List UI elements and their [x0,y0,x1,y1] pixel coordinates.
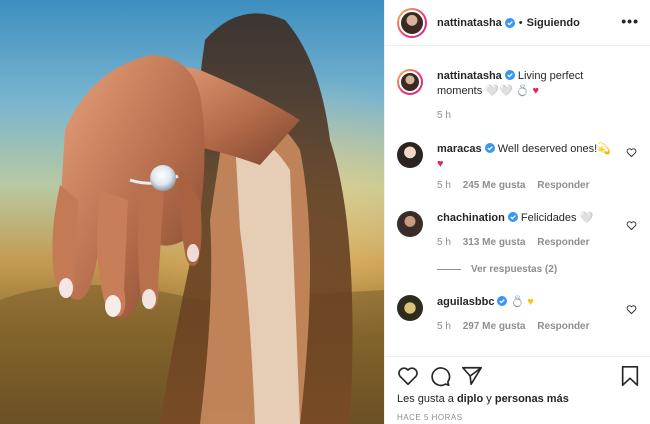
author-avatar[interactable] [397,7,427,38]
likes-summary: Les gusta a diplo y personas más [397,393,569,405]
like-comment-heart-icon[interactable] [626,220,637,231]
comment-emoji: 💫 [597,143,611,155]
comment-reply-button[interactable]: Responder [537,180,589,191]
view-replies-button[interactable]: Ver respuestas (2) [437,264,557,275]
more-options-icon[interactable]: ••• [621,14,639,28]
verified-badge-icon [507,212,518,222]
comment-reply-button[interactable]: Responder [537,321,589,332]
photo-illustration [0,13,384,424]
heart-icon[interactable] [397,365,419,387]
verified-badge-icon [504,17,515,28]
verified-badge-icon [497,296,508,306]
comment-avatar[interactable] [397,211,423,237]
caption-username[interactable]: nattinatasha [437,70,502,82]
likes-prefix: Les gusta a [397,393,454,405]
comment-meta: 5 h 245 Me gusta Responder [437,180,599,191]
comment-icon[interactable] [429,365,451,387]
comment-meta: 5 h 313 Me gusta Responder [437,237,599,248]
comment-username[interactable]: chachination [437,212,505,224]
post-actions-bar [397,365,641,387]
comment-username[interactable]: aguilasbbc [437,296,494,308]
post-side-panel: nattinatasha • Siguiendo ••• nattinatash… [384,0,650,424]
actions-divider [385,356,650,357]
comment-reply-button[interactable]: Responder [537,237,589,248]
caption-avatar[interactable] [397,69,423,95]
likes-connector: y [486,393,492,405]
like-comment-heart-icon[interactable] [626,147,637,158]
ring-diamond [150,165,176,191]
comment-avatar[interactable] [397,142,423,168]
comment-username[interactable]: maracas [437,143,482,155]
comment-time[interactable]: 5 h [437,180,451,191]
likes-others-link[interactable]: personas más [495,393,569,405]
comment-heart-emoji: ♥ [437,158,444,170]
caption-time[interactable]: 5 h [437,110,451,121]
author-username[interactable]: nattinatasha [437,17,502,29]
header-separator: • [518,16,523,29]
comment-meta: 5 h 297 Me gusta Responder [437,321,599,332]
comment-emoji: 💍 [510,296,525,308]
comment-heart-emoji: ♥ [527,296,534,308]
view-replies-label: Ver respuestas (2) [471,264,558,275]
caption-emoji: 🤍🤍 💍 [485,85,533,97]
verified-badge-icon [504,70,515,80]
caption-heart-emoji: ♥ [532,85,540,97]
share-icon[interactable] [461,365,483,387]
comment-likes[interactable]: 245 Me gusta [463,180,526,191]
post-header: nattinatasha • Siguiendo ••• [385,0,650,46]
comment-likes[interactable]: 297 Me gusta [463,321,526,332]
like-comment-heart-icon[interactable] [626,304,637,315]
comment-likes[interactable]: 313 Me gusta [463,237,526,248]
bookmark-icon[interactable] [619,365,641,387]
comment-text: Well deserved ones! [497,143,598,155]
post-photo[interactable] [0,0,384,424]
likes-user-link[interactable]: diplo [457,393,483,405]
caption-meta: 5 h [437,110,460,121]
post-timestamp[interactable]: HACE 5 HORAS [397,413,463,422]
comment-time[interactable]: 5 h [437,237,451,248]
comment-time[interactable]: 5 h [437,321,451,332]
comment-text: Felicidades [520,212,577,224]
comment-avatar[interactable] [397,295,423,321]
following-button[interactable]: Siguiendo [527,17,580,29]
view-replies-line [437,269,461,270]
comments-list[interactable]: nattinatasha Living perfect moments 🤍🤍 💍… [385,47,650,357]
comment-emoji: 🤍 [579,212,594,224]
verified-badge-icon [484,143,495,153]
